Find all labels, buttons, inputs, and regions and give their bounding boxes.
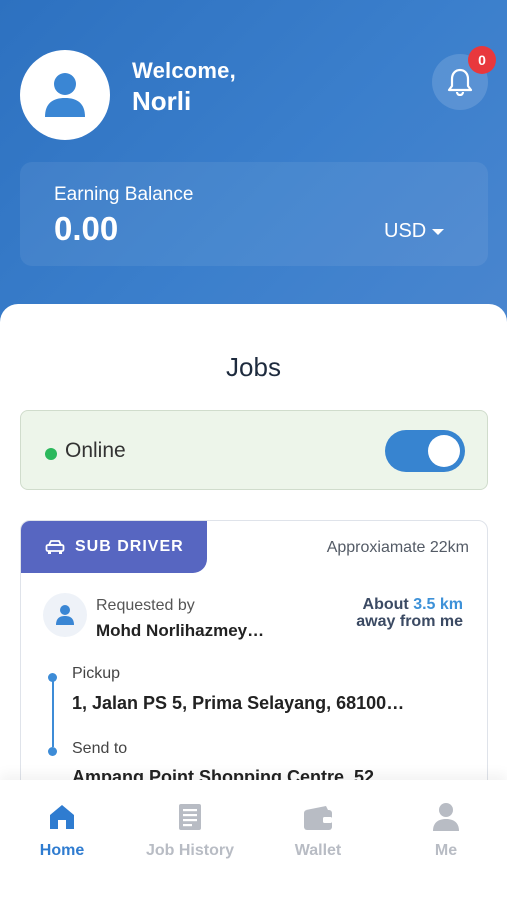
nav-item-job-history[interactable]: Job History xyxy=(135,802,245,860)
requester-name: Mohd Norlihazmey… xyxy=(96,621,265,640)
sub-driver-tag: SUB DRIVER xyxy=(21,521,207,573)
nav-label-home: Home xyxy=(39,842,85,859)
wallet-icon xyxy=(304,806,332,830)
distance-value: 3.5 km xyxy=(413,596,463,613)
bell-icon xyxy=(447,68,473,96)
caret-down-icon xyxy=(432,228,445,235)
currency-selector[interactable]: USD xyxy=(384,220,445,243)
online-toggle[interactable] xyxy=(385,430,465,472)
user-name: Norli xyxy=(132,86,192,116)
welcome-text: Welcome, xyxy=(132,58,236,83)
distance-info: About 3.5 km away from me xyxy=(356,596,463,630)
about-text: About xyxy=(362,596,409,613)
job-history-icon xyxy=(179,804,201,830)
online-status-label: Online xyxy=(65,439,126,462)
requester-avatar xyxy=(43,593,87,637)
user-icon xyxy=(45,73,85,117)
approx-distance: Approxiamate 22km xyxy=(326,539,469,556)
nav-label-me: Me xyxy=(434,842,458,859)
car-icon xyxy=(45,540,65,554)
pickup-label: Pickup xyxy=(72,665,121,682)
send-to-label: Send to xyxy=(72,740,128,757)
online-dot-icon xyxy=(45,448,57,460)
pickup-address: 1, Jalan PS 5, Prima Selayang, 68100… xyxy=(72,693,405,713)
sub-driver-label: SUB DRIVER xyxy=(75,538,184,555)
job-card[interactable]: SUB DRIVER Approxiamate 22km Requested b… xyxy=(20,520,488,820)
home-icon xyxy=(50,805,74,829)
away-text: away from me xyxy=(356,613,463,630)
nav-label-job-history: Job History xyxy=(145,842,234,859)
earning-balance-card: Earning Balance 0.00 USD xyxy=(20,162,488,266)
earning-balance-value: 0.00 xyxy=(54,210,119,247)
bottom-nav: Home Job History Wallet Me xyxy=(0,780,507,900)
requested-by-label: Requested by xyxy=(96,597,195,614)
nav-label-wallet: Wallet xyxy=(294,842,342,859)
currency-label: USD xyxy=(384,220,427,242)
user-icon xyxy=(56,605,74,625)
avatar[interactable] xyxy=(20,50,110,140)
online-status-card: Online xyxy=(20,410,488,490)
earning-balance-label: Earning Balance xyxy=(54,184,194,205)
dropoff-dot-icon xyxy=(48,747,57,756)
notification-badge: 0 xyxy=(468,46,496,74)
header: Welcome, Norli 0 Earning Balance 0.00 US… xyxy=(0,0,507,340)
nav-item-wallet[interactable]: Wallet xyxy=(263,802,373,860)
toggle-knob xyxy=(428,435,460,467)
person-icon xyxy=(433,803,459,831)
pickup-dot-icon xyxy=(48,673,57,682)
page-title: Jobs xyxy=(226,352,281,382)
nav-item-home[interactable]: Home xyxy=(7,802,117,860)
route-line xyxy=(52,677,54,747)
nav-item-me[interactable]: Me xyxy=(391,802,501,860)
